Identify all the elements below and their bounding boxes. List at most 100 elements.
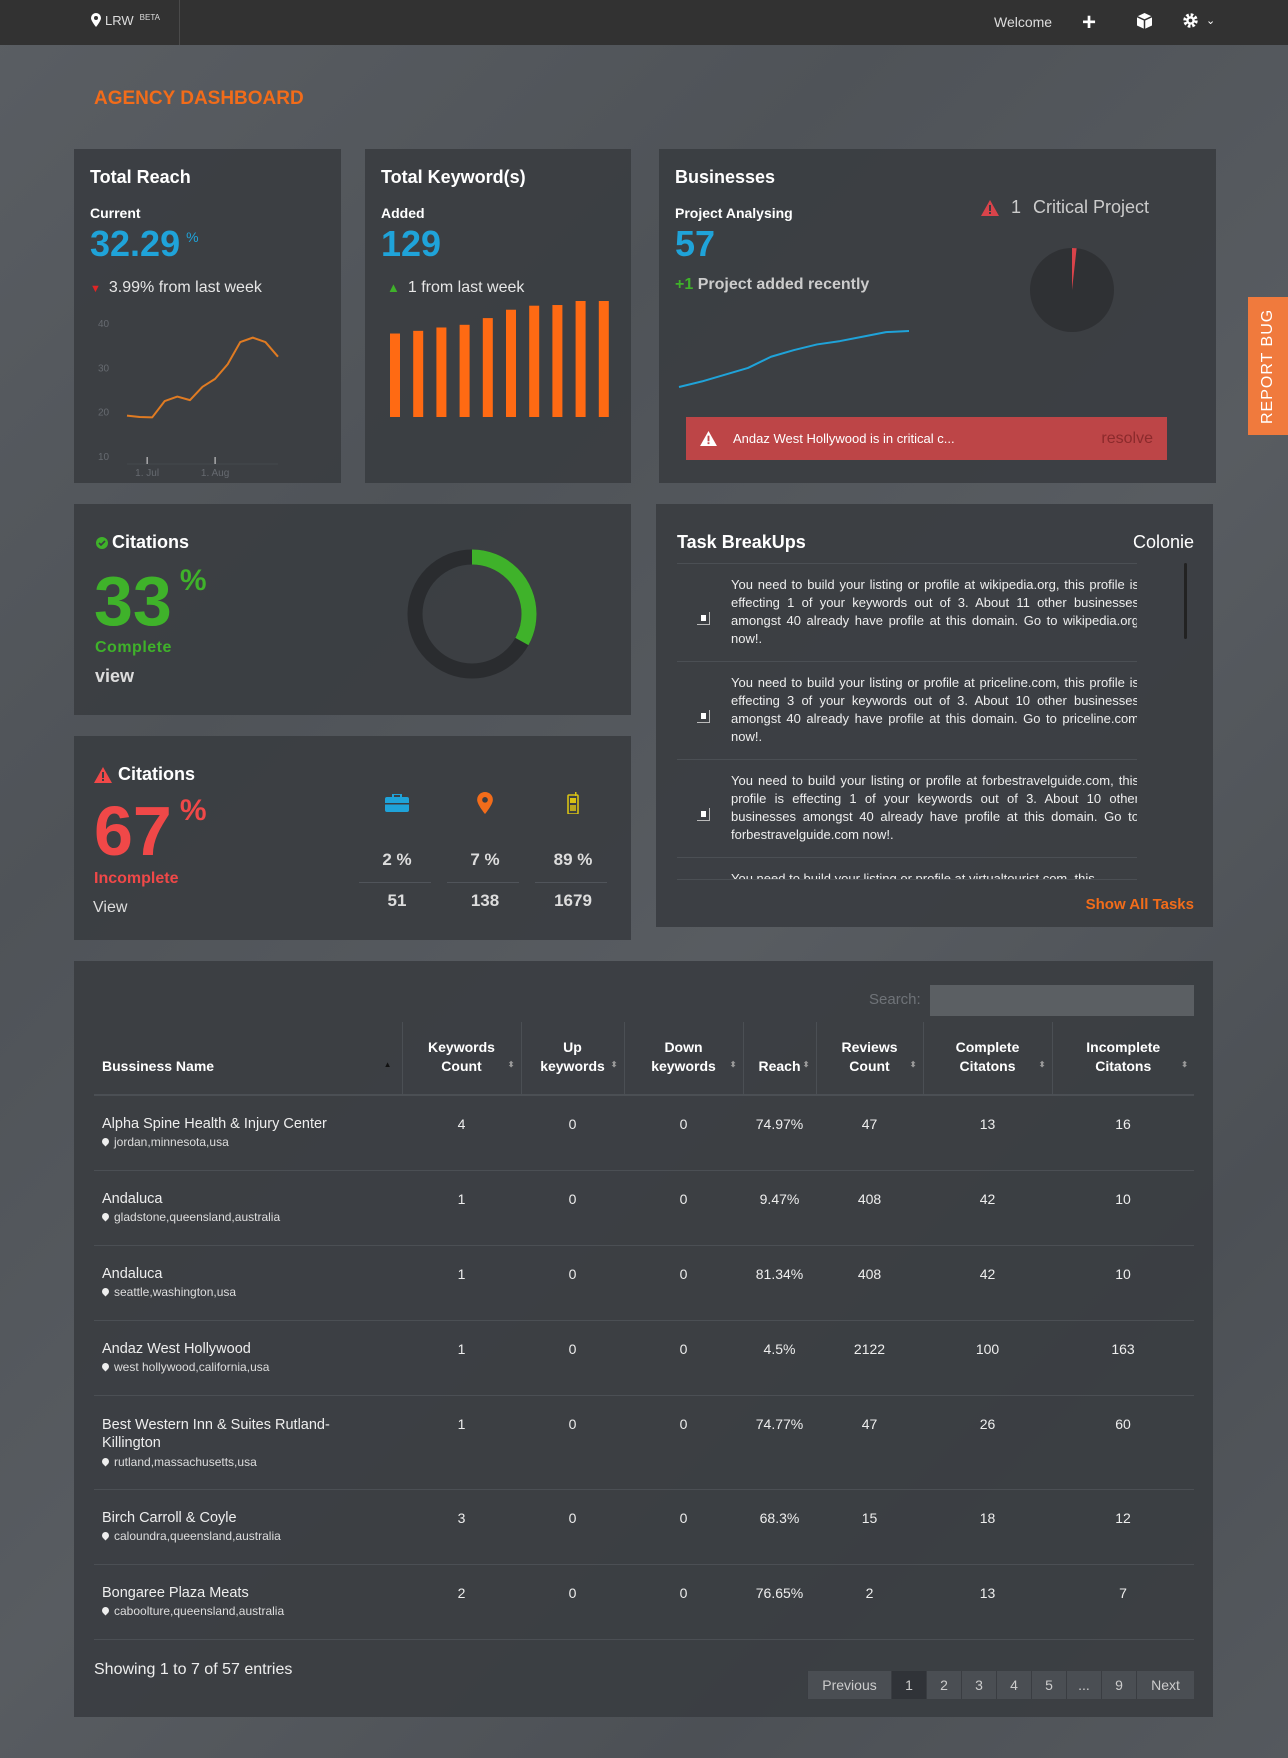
- critical-project-count[interactable]: 1 Critical Project: [981, 197, 1149, 218]
- keywords-bar-chart: [390, 301, 609, 417]
- welcome-menu[interactable]: Welcome: [994, 14, 1052, 30]
- location-label: Colonie: [1132, 532, 1194, 552]
- business-name[interactable]: Best Western Inn & Suites Rutland-Killin…: [102, 1416, 332, 1452]
- table-cell: 10: [1052, 1170, 1194, 1246]
- website-citation-count: 51: [387, 891, 407, 910]
- table-cell: 1: [402, 1245, 521, 1321]
- map-marker-icon: [100, 1456, 111, 1466]
- show-all-tasks-link[interactable]: Show All Tasks: [1086, 896, 1194, 913]
- sort-icon[interactable]: ⬍: [803, 1055, 810, 1074]
- page-button[interactable]: 3: [961, 1671, 996, 1699]
- sort-asc-icon[interactable]: ▲: [384, 1055, 392, 1074]
- cube-icon[interactable]: [1136, 13, 1153, 34]
- table-row[interactable]: Best Western Inn & Suites Rutland-Killin…: [94, 1395, 1194, 1490]
- total-keywords-card: Total Keyword(s) Added 129 ▲ 1 from last …: [365, 149, 631, 483]
- sort-icon[interactable]: ⬍: [611, 1055, 618, 1074]
- keyword-bar: [598, 301, 609, 417]
- table-cell: 76.65%: [743, 1564, 816, 1640]
- resolve-link[interactable]: resolve: [1101, 430, 1153, 448]
- business-name[interactable]: Andaluca: [102, 1191, 394, 1207]
- table-row[interactable]: Bongaree Plaza Meats caboolture,queenslan…: [94, 1564, 1194, 1640]
- table-row[interactable]: Andaluca seattle,washington,usa 1 0 0 81.34% 4…: [94, 1245, 1194, 1321]
- business-name-cell: Alpha Spine Health & Injury Center jordan…: [94, 1095, 402, 1171]
- task-checkbox[interactable]: [697, 710, 710, 723]
- page-button[interactable]: 9: [1101, 1671, 1136, 1699]
- chevron-down-icon[interactable]: ⌄: [1206, 14, 1215, 27]
- table-cell: 47: [816, 1095, 923, 1171]
- table-cell: 16: [1052, 1095, 1194, 1171]
- business-name[interactable]: Andaz West Hollywood: [102, 1341, 394, 1357]
- map-citation-percent: 7 %: [470, 850, 500, 869]
- business-name[interactable]: Birch Carroll & Coyle: [102, 1510, 394, 1526]
- task-checkbox[interactable]: [697, 612, 710, 625]
- sort-icon[interactable]: ⬍: [730, 1055, 737, 1074]
- report-bug-button[interactable]: REPORT BUG: [1248, 297, 1288, 435]
- table-cell: 9.47%: [743, 1170, 816, 1246]
- table-cell: 0: [521, 1564, 624, 1640]
- reach-line-chart: 40 30 20 10 1. Jul 1. Aug: [98, 319, 279, 479]
- column-header[interactable]: Complete Citatons ⬍: [922, 1022, 1052, 1096]
- table-row[interactable]: Alpha Spine Health & Injury Center jordan…: [94, 1095, 1194, 1171]
- brand-logo[interactable]: LRW BETA: [91, 13, 160, 28]
- task-item: You need to build your listing or profil…: [677, 858, 1137, 879]
- search-label: Search:: [869, 991, 921, 1008]
- beta-badge: BETA: [139, 13, 160, 22]
- table-cell: 15: [816, 1489, 923, 1565]
- business-name-cell: Birch Carroll & Coyle caloundra,queenslan…: [94, 1489, 402, 1565]
- page-button[interactable]: 4: [996, 1671, 1031, 1699]
- briefcase-icon: [354, 793, 440, 817]
- column-header[interactable]: Bussiness Name ▲: [94, 1022, 402, 1096]
- table-cell: 13: [923, 1564, 1052, 1640]
- view-link[interactable]: View: [93, 899, 127, 917]
- sort-icon[interactable]: ⬍: [1039, 1055, 1046, 1074]
- task-list-scrollbar[interactable]: [1184, 563, 1187, 639]
- view-link[interactable]: view: [95, 666, 134, 687]
- business-table: Bussiness Name ▲ Keywords Count ⬍ Up keyword…: [94, 1022, 1194, 1640]
- plus-icon[interactable]: +: [1082, 9, 1096, 37]
- task-checkbox[interactable]: [697, 808, 710, 821]
- warning-icon: [981, 199, 999, 216]
- business-location: caloundra,queensland,australia: [100, 1529, 394, 1543]
- incomplete-percent: 67%: [94, 792, 207, 870]
- sort-icon[interactable]: ⬍: [1181, 1055, 1188, 1074]
- y-tick-label: 20: [98, 408, 110, 419]
- column-header[interactable]: Incomplete Citatons ⬍: [1051, 1022, 1194, 1096]
- reach-delta: ▼ 3.99% from last week: [90, 279, 262, 296]
- check-circle-icon: [96, 536, 108, 549]
- page-button[interactable]: ...: [1066, 1671, 1101, 1699]
- column-header[interactable]: Up keywords ⬍: [520, 1022, 624, 1096]
- sort-icon[interactable]: ⬍: [508, 1055, 515, 1074]
- business-name-cell: Andaluca gladstone,queensland,australia: [94, 1170, 402, 1246]
- table-row[interactable]: Birch Carroll & Coyle caloundra,queenslan…: [94, 1489, 1194, 1565]
- column-header[interactable]: Reach ⬍: [742, 1022, 816, 1096]
- page-button[interactable]: 5: [1031, 1671, 1066, 1699]
- business-name[interactable]: Alpha Spine Health & Injury Center: [102, 1116, 394, 1132]
- nav-divider: [179, 0, 180, 45]
- complete-label: Complete: [95, 639, 172, 656]
- next-page-button[interactable]: Next: [1136, 1671, 1194, 1699]
- business-name[interactable]: Bongaree Plaza Meats: [102, 1585, 394, 1601]
- card-title: Total Reach: [90, 167, 191, 187]
- business-name-cell: Andaluca seattle,washington,usa: [94, 1245, 402, 1321]
- table-cell: 0: [521, 1095, 624, 1171]
- column-header[interactable]: Reviews Count ⬍: [815, 1022, 923, 1096]
- table-cell: 10: [1052, 1245, 1194, 1321]
- businesses-value: 57: [675, 223, 716, 264]
- table-cell: 0: [624, 1564, 743, 1640]
- card-label: Project Analysing: [675, 205, 793, 221]
- column-header[interactable]: Down keywords ⬍: [623, 1022, 743, 1096]
- sort-icon[interactable]: ⬍: [910, 1055, 917, 1074]
- page-button[interactable]: 2: [926, 1671, 961, 1699]
- table-cell: 18: [923, 1489, 1052, 1565]
- table-row[interactable]: Andaluca gladstone,queensland,australia 1 0…: [94, 1170, 1194, 1246]
- page-button[interactable]: 1: [891, 1671, 926, 1699]
- gear-icon[interactable]: [1182, 12, 1199, 34]
- task-item: You need to build your listing or profil…: [677, 662, 1137, 760]
- business-name[interactable]: Andaluca: [102, 1266, 394, 1282]
- previous-page-button[interactable]: Previous: [807, 1671, 891, 1699]
- table-cell: 1: [402, 1170, 521, 1246]
- table-row[interactable]: Andaz West Hollywood west hollywood,calif…: [94, 1320, 1194, 1396]
- table-cell: 4.5%: [743, 1320, 816, 1396]
- column-header[interactable]: Keywords Count ⬍: [401, 1022, 521, 1096]
- search-input[interactable]: [930, 985, 1194, 1016]
